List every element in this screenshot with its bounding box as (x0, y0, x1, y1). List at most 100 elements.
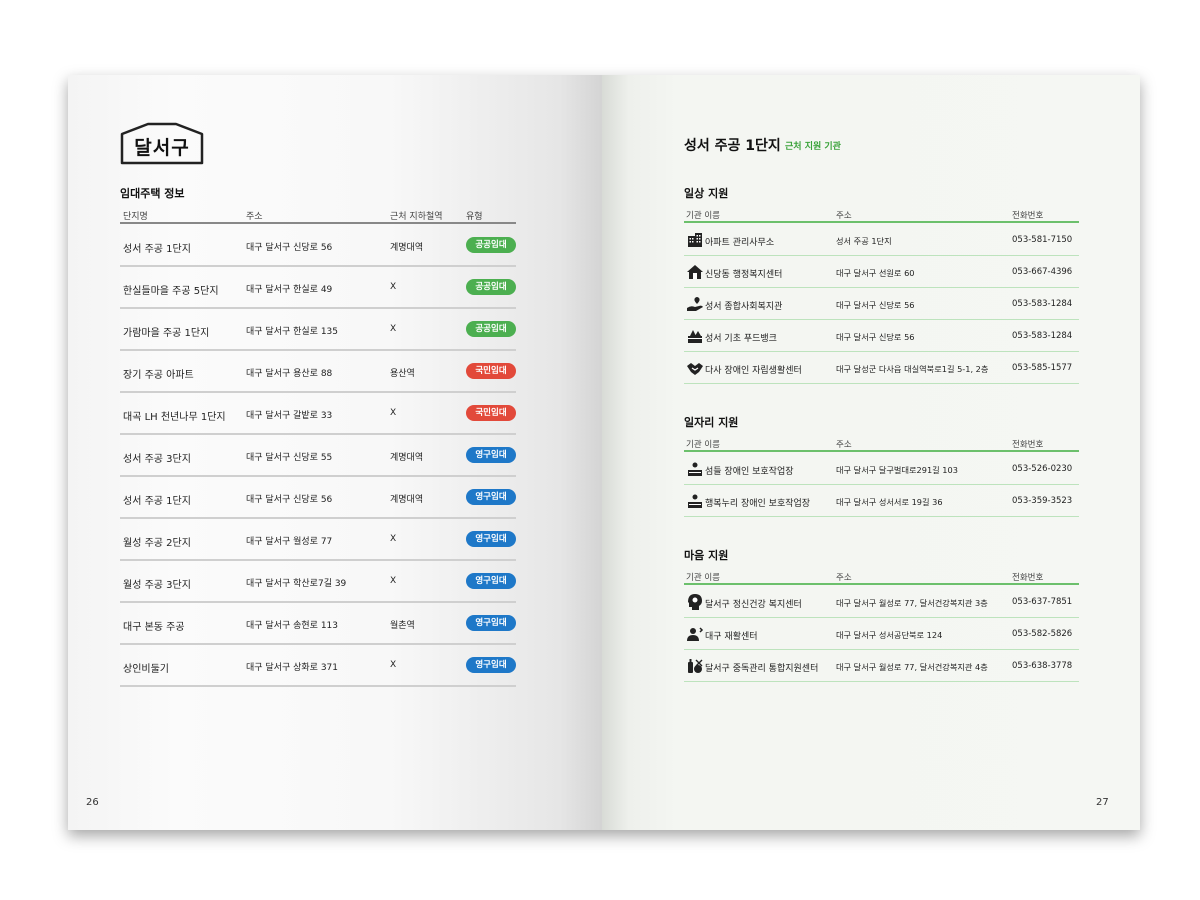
complex-title: 성서 주공 1단지 (684, 138, 781, 154)
rental-type-badge: 영구임대 (466, 615, 516, 631)
rental-row: 한실들마을 주공 5단지 대구 달서구 한실로 49 X 공공임대 (120, 267, 516, 309)
agency-tel: 053-638-3778 (1012, 661, 1073, 671)
agency-tel: 053-582-5826 (1012, 629, 1073, 639)
header-type: 유형 (466, 212, 483, 222)
support-section-title: 일자리 지원 (684, 416, 739, 429)
complex-name: 장기 주공 아파트 (123, 370, 194, 381)
district-title-badge: 달서구 (120, 122, 204, 165)
agency-tel: 053-585-1577 (1012, 363, 1073, 373)
complex-address: 대구 달서구 한실로 49 (246, 285, 333, 295)
rental-row: 성서 주공 3단지 대구 달서구 신당로 55 계명대역 영구임대 (120, 435, 516, 477)
mental-health-icon (686, 593, 704, 611)
agency-address: 대구 달서구 월성로 77, 달서건강복지관 4층 (836, 662, 988, 672)
complex-address: 대구 달서구 신당로 55 (246, 453, 333, 463)
support-table-header: 기관 이름 주소 전화번호 (684, 438, 1079, 452)
agency-name: 성서 기초 푸드뱅크 (705, 334, 777, 344)
booklet-spread: 달서구 임대주택 정보 단지명 주소 근처 지하철역 유형 성서 주공 1단지 대… (68, 75, 1140, 830)
complex-name: 상인비둘기 (123, 664, 169, 675)
support-row: 성서 기초 푸드뱅크 대구 달서구 신당로 56 053-583-1284 (684, 320, 1079, 352)
workshop-icon (686, 492, 704, 510)
nearby-station: 계명대역 (390, 495, 424, 505)
agency-address: 대구 달서구 선원로 60 (836, 268, 915, 278)
agency-address: 대구 달서구 성서서로 19길 36 (836, 497, 943, 507)
workshop-icon (686, 460, 704, 478)
complex-name: 가람마을 주공 1단지 (123, 328, 210, 339)
agency-address: 대구 달서구 신당로 56 (836, 300, 915, 310)
header-tel: 전화번호 (1012, 211, 1044, 221)
complex-address: 대구 달서구 용산로 88 (246, 369, 333, 379)
rental-type-badge: 공공임대 (466, 321, 516, 337)
agency-tel: 053-583-1284 (1012, 299, 1073, 309)
agency-name: 달서구 정신건강 복지센터 (705, 600, 802, 610)
support-row: 대구 재활센터 대구 달서구 성서공단북로 124 053-582-5826 (684, 618, 1079, 650)
hand-care-icon (686, 295, 704, 313)
nearby-station: X (390, 408, 397, 418)
food-bank-icon (686, 327, 704, 345)
agency-name: 섬들 장애인 보호작업장 (705, 467, 794, 477)
agency-name: 신당동 행정복지센터 (705, 270, 783, 280)
complex-subtitle: 근처 지원 기관 (785, 142, 841, 152)
rental-type-badge: 공공임대 (466, 237, 516, 253)
agency-tel: 053-637-7851 (1012, 597, 1073, 607)
nearby-station: X (390, 576, 397, 586)
complex-name: 월성 주공 3단지 (123, 580, 191, 591)
complex-name: 한실들마을 주공 5단지 (123, 286, 219, 297)
support-row: 달서구 정신건강 복지센터 대구 달서구 월성로 77, 달서건강복지관 3층 05… (684, 586, 1079, 618)
rental-table-header: 단지명 주소 근처 지하철역 유형 (120, 209, 516, 224)
rental-type-badge: 국민임대 (466, 405, 516, 421)
nearby-station: X (390, 534, 397, 544)
support-row: 다사 장애인 자립생활센터 대구 달성군 다사읍 대실역북로1길 5-1, 2층 0… (684, 352, 1079, 384)
left-page: 달서구 임대주택 정보 단지명 주소 근처 지하철역 유형 성서 주공 1단지 대… (68, 75, 602, 830)
rental-row: 성서 주공 1단지 대구 달서구 신당로 56 계명대역 영구임대 (120, 477, 516, 519)
header-station: 근처 지하철역 (390, 212, 443, 222)
header-address: 주소 (836, 573, 852, 583)
support-row: 아파트 관리사무소 성서 주공 1단지 053-581-7150 (684, 224, 1079, 256)
rehab-icon (686, 625, 704, 643)
house-icon (686, 263, 704, 281)
complex-address: 대구 달서구 월성로 77 (246, 537, 333, 547)
header-name: 기관 이름 (686, 440, 720, 450)
addiction-icon (686, 657, 704, 675)
agency-tel: 053-667-4396 (1012, 267, 1073, 277)
complex-address: 대구 달서구 신당로 56 (246, 243, 333, 253)
rental-type-badge: 영구임대 (466, 657, 516, 673)
complex-address: 대구 달서구 한실로 135 (246, 327, 339, 337)
complex-address: 대구 달서구 송현로 113 (246, 621, 339, 631)
agency-name: 아파트 관리사무소 (705, 238, 775, 248)
complex-name: 대구 본동 주공 (123, 622, 185, 633)
agency-name: 성서 종합사회복지관 (705, 302, 783, 312)
rental-row: 가람마을 주공 1단지 대구 달서구 한실로 135 X 공공임대 (120, 309, 516, 351)
agency-name: 다사 장애인 자립생활센터 (705, 366, 802, 376)
rental-row: 대구 본동 주공 대구 달서구 송현로 113 월촌역 영구임대 (120, 603, 516, 645)
agency-name: 행복누리 장애인 보호작업장 (705, 499, 811, 509)
header-tel: 전화번호 (1012, 573, 1044, 583)
rental-row: 성서 주공 1단지 대구 달서구 신당로 56 계명대역 공공임대 (120, 225, 516, 267)
nearby-station: 월촌역 (390, 621, 415, 631)
support-row: 행복누리 장애인 보호작업장 대구 달서구 성서서로 19길 36 053-359-… (684, 485, 1079, 517)
rental-type-badge: 영구임대 (466, 531, 516, 547)
rental-row: 대곡 LH 천년나무 1단지 대구 달서구 갈밭로 33 X 국민임대 (120, 393, 516, 435)
right-page: 성서 주공 1단지 근처 지원 기관 일상 지원 기관 이름 주소 전화번호 아파트 관… (602, 75, 1140, 830)
nearby-station: 용산역 (390, 369, 415, 379)
complex-name: 성서 주공 1단지 (123, 496, 191, 507)
building-icon (686, 231, 704, 249)
agency-name: 대구 재활센터 (705, 632, 758, 642)
agency-tel: 053-526-0230 (1012, 464, 1073, 474)
support-section-title: 일상 지원 (684, 187, 729, 200)
nearby-station: X (390, 324, 397, 334)
district-title: 달서구 (134, 137, 190, 159)
header-name: 기관 이름 (686, 211, 720, 221)
agency-address: 대구 달서구 신당로 56 (836, 332, 915, 342)
handshake-icon (686, 359, 704, 377)
complex-name: 성서 주공 3단지 (123, 454, 191, 465)
rental-row: 장기 주공 아파트 대구 달서구 용산로 88 용산역 국민임대 (120, 351, 516, 393)
page-number-left: 26 (86, 797, 99, 808)
header-name: 기관 이름 (686, 573, 720, 583)
agency-tel: 053-581-7150 (1012, 235, 1073, 245)
nearby-station: 계명대역 (390, 453, 424, 463)
rental-type-badge: 국민임대 (466, 363, 516, 379)
header-address: 주소 (836, 211, 852, 221)
support-row: 달서구 중독관리 통합지원센터 대구 달서구 월성로 77, 달서건강복지관 4층… (684, 650, 1079, 682)
rental-row: 월성 주공 2단지 대구 달서구 월성로 77 X 영구임대 (120, 519, 516, 561)
complex-address: 대구 달서구 학산로7길 39 (246, 579, 347, 589)
